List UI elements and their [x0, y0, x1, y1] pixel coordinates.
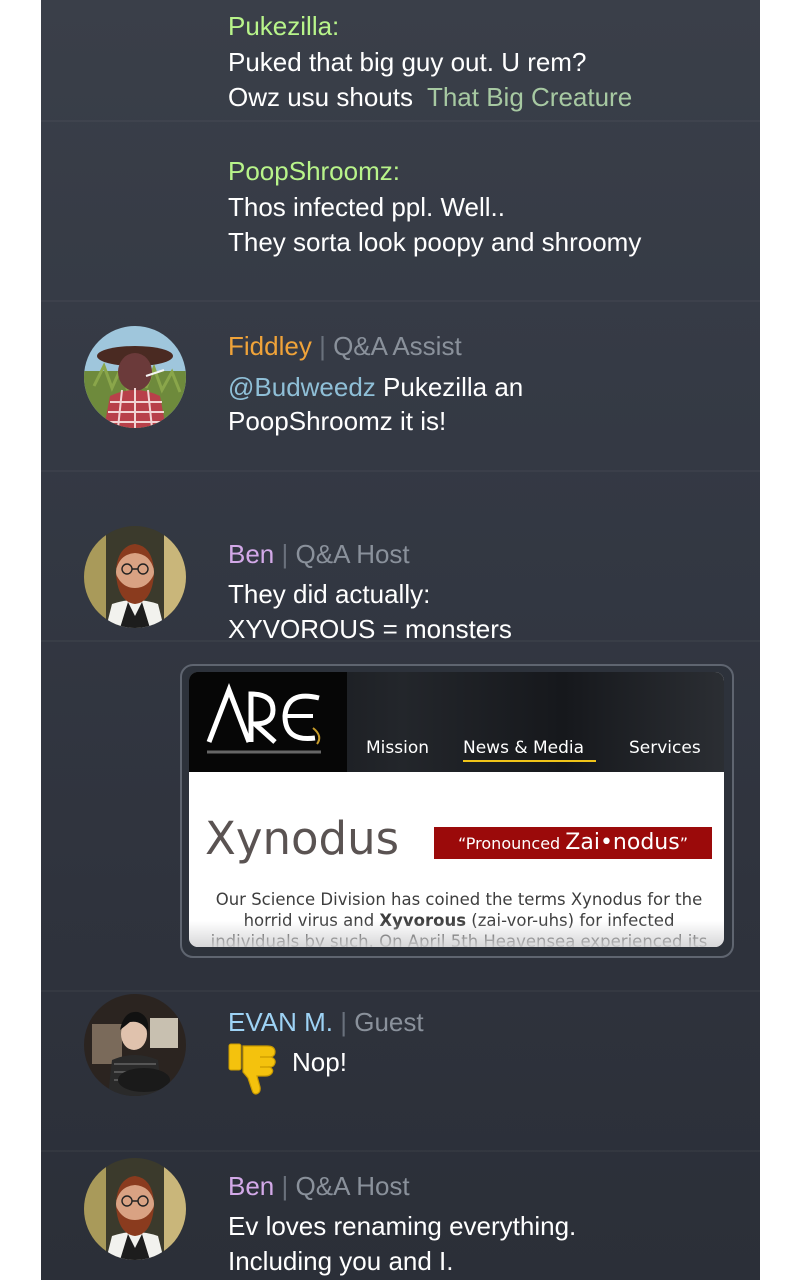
link-preview-card[interactable]: Mission News & Media Services Xynodus “P…: [180, 664, 734, 958]
username-pukezilla: Pukezilla:: [228, 11, 340, 41]
article-title: Xynodus: [205, 812, 400, 865]
author-role: Guest: [354, 1007, 424, 1037]
thumbs-down-icon: [227, 1040, 279, 1096]
author-role: Q&A Host: [295, 539, 410, 569]
avatar-fiddley[interactable]: [84, 326, 186, 428]
website-screenshot: Mission News & Media Services Xynodus “P…: [189, 672, 724, 947]
username-poopshroomz: PoopShroomz:: [228, 156, 400, 186]
author-name: EVAN M.: [228, 1007, 333, 1037]
highlighted-phrase: That Big Creature: [426, 82, 633, 112]
message-text: Owz usu shouts That Big Creature: [228, 82, 633, 112]
message-text: Including you and I.: [228, 1246, 454, 1276]
message-text: Puked that big guy out. U rem?: [228, 47, 587, 77]
author-name: Ben: [228, 1171, 275, 1201]
avatar-ben[interactable]: [84, 526, 186, 628]
mention-link[interactable]: @Budweedz: [228, 372, 376, 402]
chat-panel: Pukezilla: Puked that big guy out. U rem…: [41, 0, 760, 1280]
author-name: Fiddley: [228, 331, 312, 361]
message-text: XYVOROUS = monsters: [228, 614, 512, 644]
message-text: @Budweedz Pukezilla an: [228, 372, 524, 402]
pronunciation-badge: “Pronounced Zai•nodus”: [434, 827, 712, 859]
message-text: PoopShroomz it is!: [228, 406, 447, 436]
avatar-evan[interactable]: [84, 994, 186, 1096]
avatar-ben[interactable]: [84, 1158, 186, 1260]
author-role: Q&A Assist: [333, 331, 462, 361]
nav-news-media[interactable]: News & Media: [463, 738, 584, 758]
active-nav-underline: [463, 760, 596, 762]
site-header: Mission News & Media Services: [189, 672, 724, 772]
nav-services[interactable]: Services: [629, 738, 701, 758]
message-text: Nop!: [292, 1047, 347, 1077]
message-text: They did actually:: [228, 579, 431, 609]
nav-mission[interactable]: Mission: [366, 738, 429, 758]
are-logo: [189, 672, 347, 772]
message-header: Fiddley | Q&A Assist: [228, 331, 462, 361]
author-role: Q&A Host: [295, 1171, 410, 1201]
message-header: Ben | Q&A Host: [228, 539, 410, 569]
message-header: Ben | Q&A Host: [228, 1171, 410, 1201]
message-text: Ev loves renaming everything.: [228, 1211, 577, 1241]
author-name: Ben: [228, 539, 275, 569]
message-text: They sorta look poopy and shroomy: [228, 227, 642, 257]
message-header: EVAN M. | Guest: [228, 1007, 424, 1037]
message-text: Thos infected ppl. Well..: [228, 192, 505, 222]
